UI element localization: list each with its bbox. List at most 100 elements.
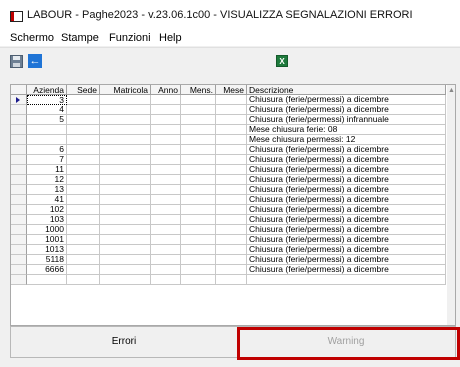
cell-matricola[interactable]	[100, 215, 151, 225]
cell-descrizione[interactable]: Chiusura (ferie/permessi) a dicembre	[247, 95, 446, 105]
table-row[interactable]: 1013 Chiusura (ferie/permessi) a dicembre	[11, 245, 455, 255]
cell-mese[interactable]	[216, 175, 247, 185]
cell-matricola[interactable]	[100, 205, 151, 215]
cell-descrizione[interactable]: Chiusura (ferie/permessi) a dicembre	[247, 165, 446, 175]
cell-azienda[interactable]: 5118	[27, 255, 67, 265]
cell-azienda[interactable]: 13	[27, 185, 67, 195]
cell-descrizione[interactable]	[247, 275, 446, 285]
cell-mese[interactable]	[216, 125, 247, 135]
cell-sede[interactable]	[67, 165, 100, 175]
cell-mens[interactable]	[181, 155, 216, 165]
cell-matricola[interactable]	[100, 135, 151, 145]
cell-mese[interactable]	[216, 255, 247, 265]
cell-mens[interactable]	[181, 235, 216, 245]
cell-azienda[interactable]: 7	[27, 155, 67, 165]
table-row[interactable]: 7 Chiusura (ferie/permessi) a dicembre	[11, 155, 455, 165]
cell-azienda[interactable]: 41	[27, 195, 67, 205]
cell-mese[interactable]	[216, 155, 247, 165]
cell-sede[interactable]	[67, 265, 100, 275]
cell-descrizione[interactable]: Chiusura (ferie/permessi) a dicembre	[247, 235, 446, 245]
cell-azienda[interactable]: 3	[27, 95, 67, 105]
cell-mens[interactable]	[181, 135, 216, 145]
table-row[interactable]: 12 Chiusura (ferie/permessi) a dicembre	[11, 175, 455, 185]
cell-azienda[interactable]: 6666	[27, 265, 67, 275]
cell-sede[interactable]	[67, 255, 100, 265]
cell-azienda[interactable]: 5	[27, 115, 67, 125]
cell-sede[interactable]	[67, 205, 100, 215]
cell-mens[interactable]	[181, 145, 216, 155]
cell-mens[interactable]	[181, 215, 216, 225]
cell-matricola[interactable]	[100, 185, 151, 195]
cell-matricola[interactable]	[100, 195, 151, 205]
cell-mens[interactable]	[181, 165, 216, 175]
cell-mese[interactable]	[216, 95, 247, 105]
cell-sede[interactable]	[67, 275, 100, 285]
cell-matricola[interactable]	[100, 235, 151, 245]
column-header-mese[interactable]: Mese	[216, 85, 247, 95]
cell-sede[interactable]	[67, 155, 100, 165]
cell-descrizione[interactable]: Chiusura (ferie/permessi) a dicembre	[247, 175, 446, 185]
cell-mese[interactable]	[216, 185, 247, 195]
cell-descrizione[interactable]: Chiusura (ferie/permessi) infrannuale	[247, 115, 446, 125]
cell-mens[interactable]	[181, 245, 216, 255]
cell-mese[interactable]	[216, 105, 247, 115]
column-header-sede[interactable]: Sede	[67, 85, 100, 95]
cell-anno[interactable]	[151, 115, 181, 125]
table-row[interactable]: Mese chiusura permessi: 12	[11, 135, 455, 145]
cell-mens[interactable]	[181, 105, 216, 115]
cell-anno[interactable]	[151, 195, 181, 205]
table-row[interactable]: 11 Chiusura (ferie/permessi) a dicembre	[11, 165, 455, 175]
scroll-up-icon[interactable]: ▲	[448, 87, 455, 94]
cell-descrizione[interactable]: Chiusura (ferie/permessi) a dicembre	[247, 225, 446, 235]
table-row[interactable]: 5 Chiusura (ferie/permessi) infrannuale	[11, 115, 455, 125]
cell-matricola[interactable]	[100, 275, 151, 285]
cell-azienda[interactable]: 103	[27, 215, 67, 225]
cell-mese[interactable]	[216, 235, 247, 245]
table-row[interactable]	[11, 275, 455, 285]
cell-matricola[interactable]	[100, 95, 151, 105]
cell-anno[interactable]	[151, 215, 181, 225]
cell-mese[interactable]	[216, 275, 247, 285]
cell-descrizione[interactable]: Chiusura (ferie/permessi) a dicembre	[247, 105, 446, 115]
cell-azienda[interactable]: 1013	[27, 245, 67, 255]
cell-azienda[interactable]	[27, 275, 67, 285]
menu-help[interactable]: Help	[159, 32, 182, 44]
cell-matricola[interactable]	[100, 125, 151, 135]
column-header-azienda[interactable]: Azienda	[27, 85, 67, 95]
cell-azienda[interactable]	[27, 135, 67, 145]
column-header-descrizione[interactable]: Descrizione	[247, 85, 446, 95]
cell-azienda[interactable]: 6	[27, 145, 67, 155]
table-row[interactable]: Mese chiusura ferie: 08	[11, 125, 455, 135]
cell-anno[interactable]	[151, 175, 181, 185]
cell-descrizione[interactable]: Chiusura (ferie/permessi) a dicembre	[247, 195, 446, 205]
cell-sede[interactable]	[67, 135, 100, 145]
cell-matricola[interactable]	[100, 255, 151, 265]
cell-matricola[interactable]	[100, 145, 151, 155]
cell-descrizione[interactable]: Mese chiusura permessi: 12	[247, 135, 446, 145]
menu-funzioni[interactable]: Funzioni	[109, 32, 151, 44]
cell-azienda[interactable]: 11	[27, 165, 67, 175]
cell-mens[interactable]	[181, 115, 216, 125]
cell-anno[interactable]	[151, 95, 181, 105]
cell-anno[interactable]	[151, 205, 181, 215]
cell-matricola[interactable]	[100, 265, 151, 275]
cell-descrizione[interactable]: Chiusura (ferie/permessi) a dicembre	[247, 205, 446, 215]
cell-mens[interactable]	[181, 225, 216, 235]
cell-sede[interactable]	[67, 225, 100, 235]
cell-sede[interactable]	[67, 105, 100, 115]
cell-anno[interactable]	[151, 135, 181, 145]
cell-sede[interactable]	[67, 215, 100, 225]
vertical-scrollbar[interactable]: ▲	[447, 85, 455, 325]
cell-mens[interactable]	[181, 185, 216, 195]
cell-descrizione[interactable]: Chiusura (ferie/permessi) a dicembre	[247, 255, 446, 265]
cell-anno[interactable]	[151, 255, 181, 265]
cell-descrizione[interactable]: Chiusura (ferie/permessi) a dicembre	[247, 145, 446, 155]
cell-sede[interactable]	[67, 115, 100, 125]
table-row[interactable]: 103 Chiusura (ferie/permessi) a dicembre	[11, 215, 455, 225]
cell-matricola[interactable]	[100, 115, 151, 125]
cell-mens[interactable]	[181, 125, 216, 135]
column-header-anno[interactable]: Anno	[151, 85, 181, 95]
cell-descrizione[interactable]: Chiusura (ferie/permessi) a dicembre	[247, 245, 446, 255]
cell-mese[interactable]	[216, 265, 247, 275]
errors-grid[interactable]: Azienda Sede Matricola Anno Mens. Mese Descriz…	[10, 84, 456, 326]
